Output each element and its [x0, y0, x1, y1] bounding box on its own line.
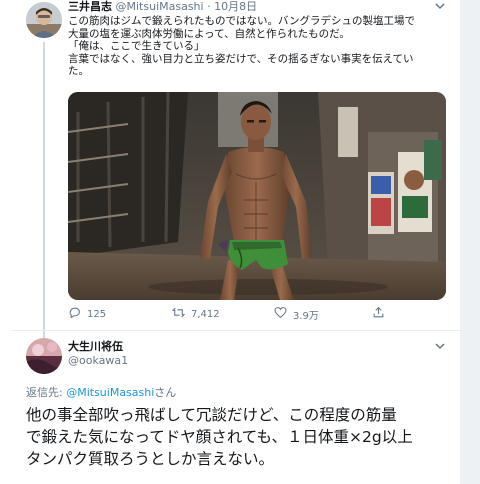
- display-name[interactable]: 三井昌志: [68, 0, 112, 13]
- timeline: 三井昌志 @MitsuiMasashi · 10月8日 この筋肉はジムで鍛えられ…: [12, 0, 460, 484]
- reply-suffix: さん: [154, 386, 177, 399]
- timestamp[interactable]: 10月8日: [214, 0, 257, 13]
- avatar[interactable]: [26, 2, 62, 38]
- retweet-button[interactable]: 7,412: [171, 306, 220, 322]
- handle[interactable]: @ookawa1: [68, 354, 128, 368]
- chevron-down-icon[interactable]: [434, 0, 446, 15]
- retweet-count: 7,412: [191, 308, 220, 320]
- reply-prefix: 返信先:: [26, 386, 67, 399]
- tweet-line: この筋肉はジムで鍛えられたものではない。バングラデシュの製塩工場で: [68, 15, 416, 27]
- tweet-line: 言葉ではなく、強い目力と立ち姿だけで、その揺るぎない事実を伝えてい: [68, 52, 414, 65]
- tweet-text: 他の事全部吹っ飛ばして冗談だけど、この程度の筋量 で鍛えた気になってドヤ顔されて…: [26, 404, 456, 470]
- separator: ·: [207, 0, 211, 13]
- like-count: 3.9万: [293, 310, 319, 322]
- share-icon: [372, 306, 385, 322]
- thread-line: [43, 42, 45, 338]
- tweet-header: 三井昌志 @MitsuiMasashi · 10月8日: [68, 0, 257, 14]
- tweet-line: 大量の塩を運ぶ肉体労働によって、自然と作られたものだ。: [68, 27, 350, 40]
- handle[interactable]: @MitsuiMasashi: [116, 0, 204, 13]
- like-button[interactable]: 3.9万: [274, 306, 319, 322]
- tweet-original[interactable]: 三井昌志 @MitsuiMasashi · 10月8日 この筋肉はジムで鍛えられ…: [12, 0, 460, 338]
- tweet-photo[interactable]: [68, 92, 446, 300]
- photo-worker-image: [68, 92, 446, 300]
- reply-button[interactable]: 125: [68, 306, 106, 322]
- retweet-icon: [171, 306, 186, 322]
- tweet-line: 他の事全部吹っ飛ばして冗談だけど、この程度の筋量: [26, 406, 397, 424]
- tweet-actions: 125 7,412 3.9万: [68, 306, 448, 322]
- reply-context: 返信先: @MitsuiMasashiさん: [26, 384, 176, 400]
- tweet-line: で鍛えた気になってドヤ顔されても、１日体重×2g以上: [26, 428, 413, 446]
- reply-count: 125: [87, 308, 107, 320]
- tweet-text: この筋肉はジムで鍛えられたものではない。バングラデシュの製塩工場で 大量の塩を運…: [68, 15, 440, 78]
- tweet-line: 「俺は、ここで生きている」: [68, 40, 205, 52]
- share-button[interactable]: [372, 306, 385, 322]
- tweet-line: た。: [68, 65, 89, 77]
- avatar[interactable]: [26, 338, 62, 374]
- chevron-down-icon[interactable]: [434, 340, 446, 355]
- heart-icon: [274, 306, 287, 322]
- divider: [12, 330, 460, 331]
- tweet-line: タンパク質取ろうとしか言えない。: [26, 450, 275, 468]
- reply-icon: [68, 306, 81, 322]
- reply-handle-link[interactable]: @MitsuiMasashi: [66, 386, 154, 399]
- display-name[interactable]: 大生川将伍: [68, 340, 123, 354]
- page-gutter: [460, 0, 480, 484]
